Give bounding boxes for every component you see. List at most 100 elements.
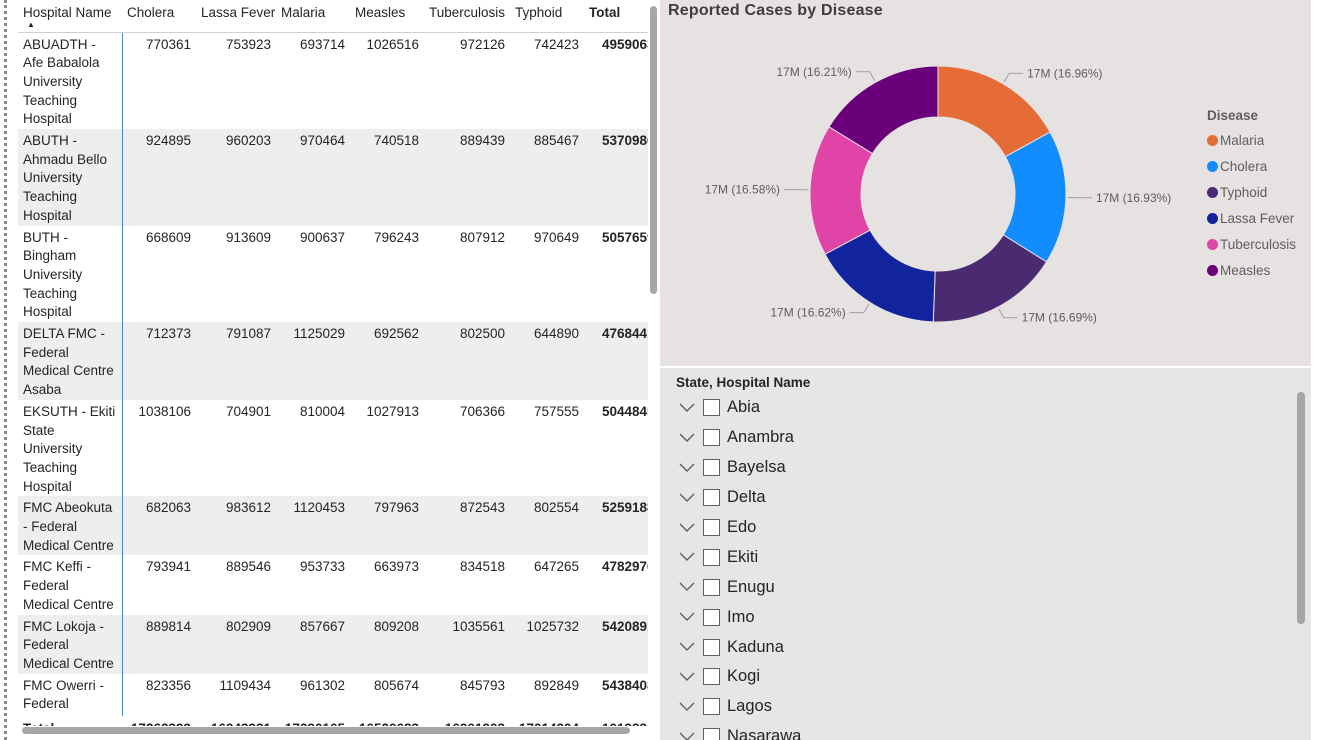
chevron-down-icon[interactable] [676,637,698,657]
column-header-cholera[interactable]: Cholera [122,0,196,33]
slicer-checkbox[interactable] [703,548,720,566]
legend-label: Malaria [1220,132,1265,148]
value-cell: 810004 [276,399,350,497]
value-cell: 913609 [196,225,276,323]
value-cell: 983612 [196,496,276,556]
value-cell: 924895 [122,129,196,226]
chevron-down-icon[interactable] [676,697,698,717]
slicer-item-label: Anambra [727,428,794,447]
chevron-down-icon[interactable] [676,727,698,740]
chevron-down-icon[interactable] [676,607,698,627]
legend-item-cholera[interactable]: Cholera [1207,153,1296,179]
table-row[interactable]: EKSUTH - Ekiti State University Teaching… [18,399,648,497]
table-vertical-scrollbar[interactable] [650,6,657,294]
value-cell: 1035561 [424,614,510,674]
slicer-item-label: Edo [727,518,757,536]
chevron-down-icon[interactable] [676,547,698,567]
slicer-item-bayelsa[interactable]: Bayelsa [676,453,1296,483]
legend-item-tuberculosis[interactable]: Tuberculosis [1207,231,1296,257]
slicer-checkbox[interactable] [703,728,720,740]
value-cell: 647265 [510,555,584,615]
row-total-cell: 5420891 [584,614,648,674]
value-cell: 892849 [510,673,584,716]
slicer-item-kogi[interactable]: Kogi [676,662,1296,692]
slicer-item-nasarawa[interactable]: Nasarawa [676,722,1296,740]
value-cell: 802500 [424,322,510,400]
value-cell: 809208 [350,614,424,674]
table-horizontal-scrollbar[interactable] [22,727,630,734]
value-cell: 1026516 [350,32,424,130]
slicer-item-anambra[interactable]: Anambra [676,423,1296,453]
value-cell: 1038106 [122,399,196,497]
column-header-measles[interactable]: Measles [350,0,424,33]
slicer-item-label: Enugu [727,577,775,596]
hospital-cases-table: Hospital Name ▲ Cholera Lassa Fever Malaria M… [18,0,660,740]
slicer-item-label: Delta [727,488,766,507]
legend-marker-icon [1207,160,1218,172]
table-row[interactable]: DELTA FMC - Federal Medical Centre Asaba… [18,322,648,400]
column-header-lassa-fever[interactable]: Lassa Fever [196,0,276,33]
slicer-checkbox[interactable] [703,429,720,447]
slicer-item-label: Nasarawa [727,727,802,740]
value-cell: 845793 [424,673,510,716]
slicer-item-imo[interactable]: Imo [676,602,1296,632]
column-header-malaria[interactable]: Malaria [276,0,350,33]
slicer-checkbox[interactable] [703,608,720,626]
legend-marker-icon [1207,212,1218,224]
slicer-checkbox[interactable] [703,489,720,507]
slicer-item-enugu[interactable]: Enugu [676,572,1296,602]
value-cell: 797963 [350,496,424,556]
slicer-item-abia[interactable]: Abia [676,393,1296,423]
table-row[interactable]: FMC Owerri - Federal 823356 1109434 961302 8… [18,673,648,716]
slicer-checkbox[interactable] [703,698,720,716]
slicer-checkbox[interactable] [703,638,720,656]
legend-marker-icon [1207,186,1218,198]
table-row[interactable]: ABUADTH - Afe Babalola University Teachi… [18,32,648,130]
slicer-checkbox[interactable] [703,399,720,417]
slicer-checkbox[interactable] [703,519,720,536]
slicer-checkbox[interactable] [703,668,720,686]
value-cell: 805674 [350,673,424,716]
chevron-down-icon[interactable] [676,398,698,418]
value-cell: 889546 [196,555,276,615]
value-cell: 706366 [424,399,510,497]
legend-item-measles[interactable]: Measles [1207,257,1296,283]
table-row[interactable]: FMC Abeokuta - Federal Medical Centre 682… [18,496,648,556]
legend-item-lassa-fever[interactable]: Lassa Fever [1207,205,1296,231]
chevron-down-icon[interactable] [676,488,698,508]
value-cell: 796243 [350,225,424,323]
chevron-down-icon[interactable] [676,428,698,448]
chevron-down-icon[interactable] [676,518,698,538]
column-header-tuberculosis[interactable]: Tuberculosis [424,0,510,33]
table-row[interactable]: BUTH - Bingham University Teaching Hospi… [18,225,648,323]
slicer-checkbox[interactable] [703,459,720,477]
value-cell: 953733 [276,555,350,615]
value-cell: 692562 [350,322,424,400]
hospital-name-cell: FMC Owerri - Federal [18,673,123,716]
slicer-item-edo[interactable]: Edo [676,513,1296,543]
value-cell: 1120453 [276,496,350,556]
chevron-down-icon[interactable] [676,667,698,687]
slicer-scrollbar[interactable] [1297,392,1305,624]
slicer-item-lagos[interactable]: Lagos [676,692,1296,722]
legend-item-typhoid[interactable]: Typhoid [1207,179,1296,205]
column-header-hospital-name[interactable]: Hospital Name ▲ [18,0,122,33]
hospital-name-cell: ABUADTH - Afe Babalola University Teachi… [18,32,123,130]
chevron-down-icon[interactable] [676,577,698,597]
slicer-item-kaduna[interactable]: Kaduna [676,632,1296,662]
column-header-total[interactable]: Total [584,0,648,33]
column-header-typhoid[interactable]: Typhoid [510,0,584,33]
value-cell: 682063 [122,496,196,556]
slicer-item-ekiti[interactable]: Ekiti [676,542,1296,572]
chevron-down-icon[interactable] [676,458,698,478]
slicer-checkbox[interactable] [703,578,720,596]
slicer-item-label: Lagos [727,697,772,716]
value-cell: 857667 [276,614,350,674]
table-row[interactable]: FMC Keffi - Federal Medical Centre 793941… [18,555,648,615]
table-row[interactable]: ABUTH - Ahmadu Bello University Teaching… [18,129,648,226]
legend-title: Disease [1207,108,1259,123]
slicer-item-delta[interactable]: Delta [676,483,1296,513]
table-row[interactable]: FMC Lokoja - Federal Medical Centre 88981… [18,614,648,674]
legend-item-malaria[interactable]: Malaria [1207,127,1296,153]
data-label-tuberculosis: 17M (16.58%) [705,183,780,197]
